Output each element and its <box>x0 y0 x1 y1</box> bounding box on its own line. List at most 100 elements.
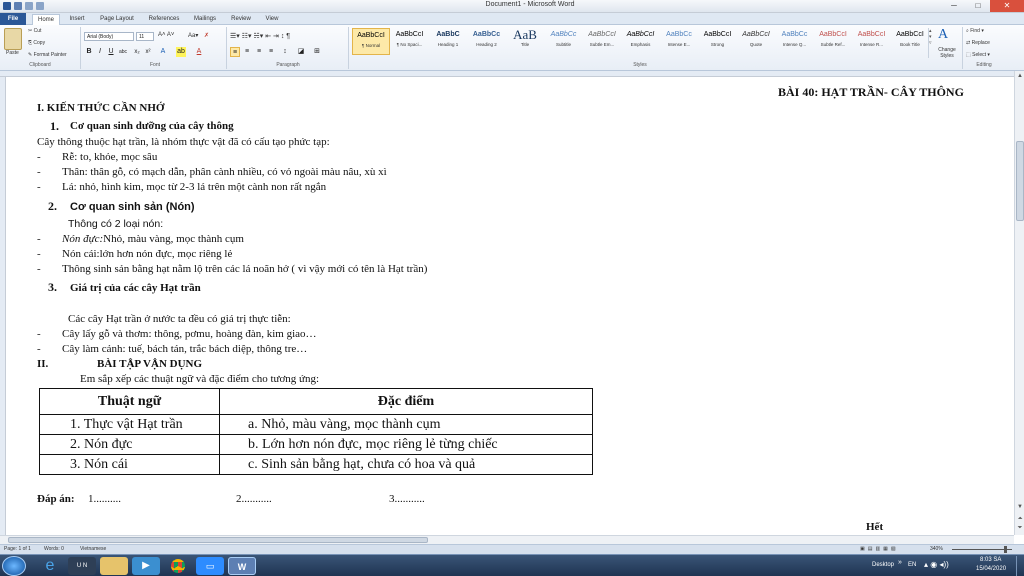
style-quote[interactable]: AaBbCcI Quote <box>737 28 775 55</box>
scroll-down-icon[interactable]: ▼ <box>1016 503 1024 511</box>
gallery-scroll[interactable]: ▴ ▾ ▿ <box>928 28 934 58</box>
style-sample: AaBbCc <box>781 31 808 38</box>
start-button[interactable] <box>2 556 26 576</box>
copy-button[interactable]: ⎘ Copy <box>28 40 45 46</box>
find-button[interactable]: ⌕ Find ▾ <box>966 28 984 34</box>
bold-button[interactable]: B <box>84 47 94 57</box>
superscript-button[interactable]: x² <box>143 47 153 57</box>
next-page-icon[interactable]: ⏷ <box>1016 524 1024 532</box>
line-spacing-icon[interactable]: ↕ <box>280 47 290 57</box>
maximize-button[interactable]: □ <box>966 0 990 12</box>
clock-time[interactable]: 8:03 SA <box>980 557 1001 563</box>
language-indicator[interactable]: Vietnamese <box>80 546 106 552</box>
paragraph-4: Em sắp xếp các thuật ngữ và đặc điểm cho… <box>80 373 320 385</box>
text-effects-icon[interactable]: A <box>158 47 168 57</box>
tab-view[interactable]: View <box>260 14 284 25</box>
zoom-level[interactable]: 340% <box>930 546 943 552</box>
style-name: Strong <box>710 42 725 47</box>
language-tray[interactable]: EN <box>908 562 916 568</box>
strikethrough-button[interactable]: abc <box>118 47 128 57</box>
change-styles-icon[interactable]: A <box>938 27 948 43</box>
scroll-thumb[interactable] <box>1016 141 1024 221</box>
style-no-spaci[interactable]: AaBbCcI ¶ No Spaci... <box>391 28 429 55</box>
section-2-heading: BÀI TẬP VẬN DỤNG <box>97 358 203 370</box>
paste-button[interactable]: Paste <box>6 50 19 56</box>
tab-mailings[interactable]: Mailings <box>188 14 222 25</box>
align-left-button[interactable]: ≡ <box>230 47 240 57</box>
chrome-icon[interactable] <box>164 557 192 575</box>
prev-page-icon[interactable]: ⏶ <box>1016 515 1024 523</box>
document-page[interactable]: BÀI 40: HẠT TRẦN- CÂY THÔNG I. KIẾN THỨC… <box>6 77 1014 535</box>
select-button[interactable]: ⬚ Select ▾ <box>966 52 990 58</box>
clock-date[interactable]: 15/04/2020 <box>976 566 1006 572</box>
tab-references[interactable]: References <box>144 14 184 25</box>
align-center-button[interactable]: ≡ <box>242 47 252 57</box>
style-intense-r[interactable]: AaBbCcI Intense R... <box>853 28 891 55</box>
media-player-icon[interactable]: ▶ <box>132 557 160 575</box>
show-desktop-button[interactable] <box>1016 556 1023 576</box>
close-button[interactable]: ✕ <box>990 0 1024 12</box>
minimize-button[interactable]: ─ <box>942 0 966 12</box>
vertical-scrollbar[interactable]: ▲ ▼ ⏶ ⏷ <box>1014 71 1024 535</box>
scroll-up-icon[interactable]: ▲ <box>1016 72 1024 80</box>
style-title[interactable]: AaB Title <box>506 28 544 55</box>
change-case-icon[interactable]: Aa▾ <box>188 32 198 39</box>
zoom-app-icon[interactable]: ▭ <box>196 557 224 575</box>
tray-icons[interactable]: ▴ ◉ ◂)) <box>924 560 949 569</box>
zoom-slider[interactable] <box>952 549 1012 550</box>
zoom-slider-handle[interactable] <box>1004 546 1007 553</box>
unikey-icon[interactable]: U N <box>68 557 96 575</box>
style-normal[interactable]: AaBbCcI ¶ Normal <box>352 28 390 55</box>
format-painter-button[interactable]: ✎ Format Painter <box>28 52 67 58</box>
style-strong[interactable]: AaBbCcI Strong <box>699 28 737 55</box>
replace-button[interactable]: ⇄ Replace <box>966 40 990 46</box>
heading-2: Cơ quan sinh sản (Nón) <box>70 201 195 213</box>
status-bar: Page: 1 of 1 Words: 0 Vietnamese ▣▤▥▦▧ 3… <box>0 544 1024 554</box>
style-subtle-em[interactable]: AaBbCcI Subtle Em... <box>583 28 621 55</box>
justify-button[interactable]: ≡ <box>266 47 276 57</box>
matching-table[interactable]: Thuật ngữ Đặc điểm 1. Thực vật Hạt trần … <box>39 388 593 475</box>
cut-button[interactable]: ✂ Cut <box>28 28 41 34</box>
tab-page-layout[interactable]: Page Layout <box>96 14 138 25</box>
word-taskbar-icon[interactable]: W <box>228 557 256 575</box>
style-intense-q[interactable]: AaBbCc Intense Q... <box>776 28 814 55</box>
highlight-icon[interactable]: ab <box>176 47 186 57</box>
shading-icon[interactable]: ◪ <box>296 47 306 57</box>
explorer-icon[interactable] <box>100 557 128 575</box>
font-size-select[interactable]: 11 <box>136 32 154 41</box>
tab-file[interactable]: File <box>0 13 26 25</box>
tab-review[interactable]: Review <box>226 14 256 25</box>
style-subtle-ref[interactable]: AaBbCcI Subtle Ref... <box>814 28 852 55</box>
borders-icon[interactable]: ⊞ <box>312 47 322 57</box>
style-book-title[interactable]: AaBbCcI Book Title <box>891 28 929 55</box>
style-subtitle[interactable]: AaBbCc Subtitle <box>545 28 583 55</box>
undo-icon[interactable] <box>25 2 33 10</box>
tab-insert[interactable]: Insert <box>64 14 90 25</box>
bullet-stem: Thân: thân gỗ, có mạch dẫn, phân cành nh… <box>62 166 387 178</box>
word-count[interactable]: Words: 0 <box>44 546 64 552</box>
font-color-icon[interactable]: A <box>194 47 204 57</box>
style-intense-e[interactable]: AaBbCc Intense E... <box>660 28 698 55</box>
view-buttons[interactable]: ▣▤▥▦▧ <box>860 546 899 552</box>
desktop-label[interactable]: Desktop <box>872 562 894 568</box>
paste-icon[interactable] <box>4 28 22 50</box>
hscroll-thumb[interactable] <box>8 537 428 543</box>
redo-icon[interactable] <box>36 2 44 10</box>
style-emphasis[interactable]: AaBbCcI Emphasis <box>622 28 660 55</box>
italic-button[interactable]: I <box>95 47 105 57</box>
change-styles-button[interactable]: Change Styles <box>936 47 958 59</box>
subscript-button[interactable]: x₂ <box>132 47 142 57</box>
clear-format-icon[interactable]: ✗ <box>204 32 209 39</box>
save-icon[interactable] <box>14 2 22 10</box>
align-right-button[interactable]: ≡ <box>254 47 264 57</box>
underline-button[interactable]: U <box>106 47 116 57</box>
grow-font-icon[interactable]: A˄ A˅ <box>158 32 174 38</box>
tray-expand-icon[interactable]: » <box>898 559 902 566</box>
horizontal-scrollbar[interactable] <box>0 535 1014 544</box>
ie-icon[interactable]: e <box>36 557 64 575</box>
font-name-select[interactable]: Arial (Body) <box>84 32 134 41</box>
page-count[interactable]: Page: 1 of 1 <box>4 546 31 552</box>
style-heading[interactable]: AaBbCc Heading 2 <box>468 28 506 55</box>
style-heading[interactable]: AaBbC Heading 1 <box>429 28 467 55</box>
bullets-icon[interactable]: ☰▾ ☷▾ ☵▾ ⇤ ⇥ ↕ ¶ <box>230 32 290 40</box>
